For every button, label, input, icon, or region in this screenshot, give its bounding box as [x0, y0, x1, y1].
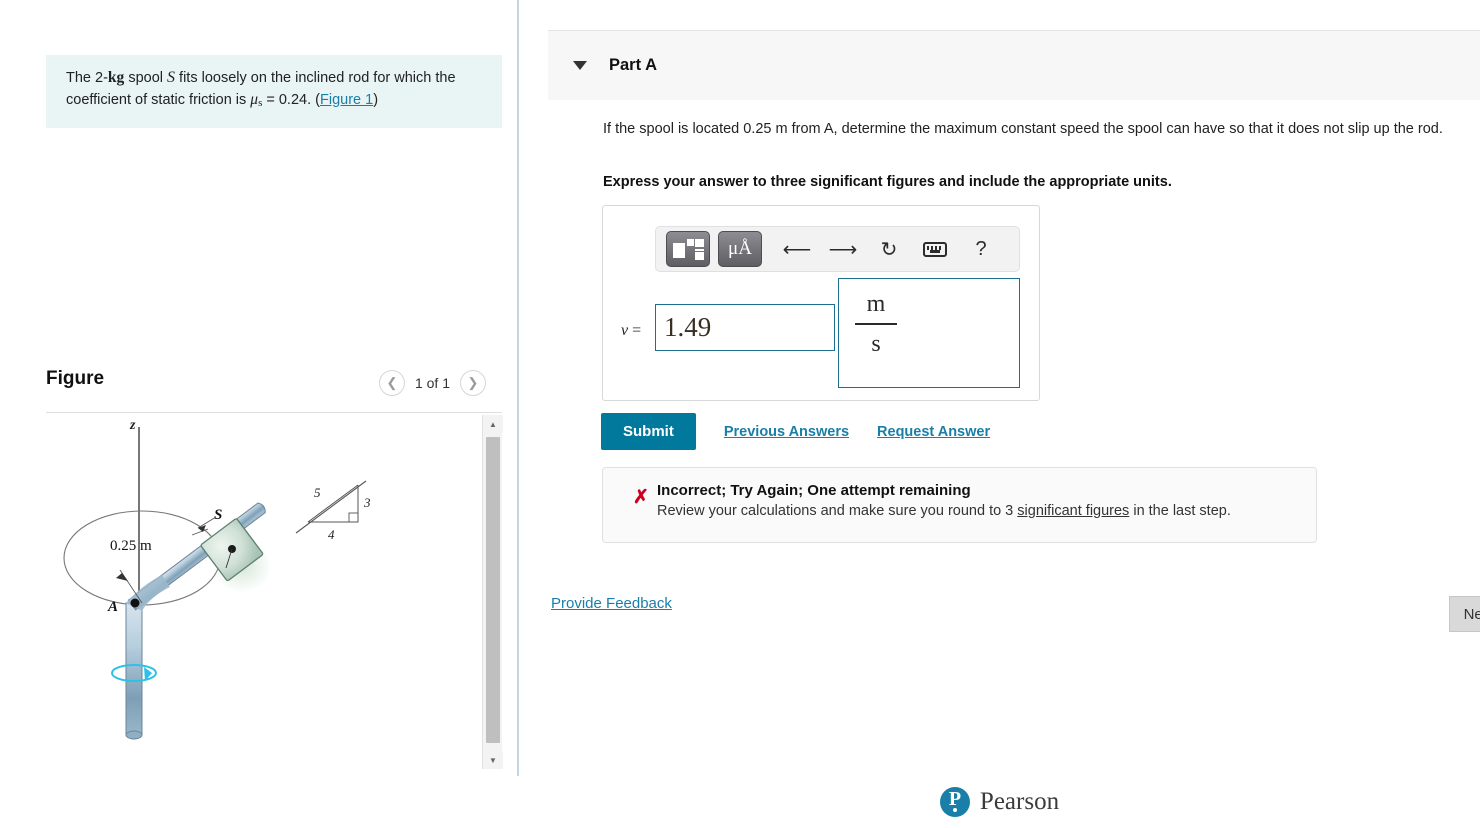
feedback-title: Incorrect; Try Again; One attempt remain… — [657, 482, 971, 499]
figure-diagram: z 5 3 4 S 0.25 m A — [46, 415, 478, 769]
feedback-body: Review your calculations and make sure y… — [657, 503, 1300, 519]
figure-1-link[interactable]: Figure 1 — [320, 92, 373, 108]
svg-text:0.25 m: 0.25 m — [110, 538, 152, 554]
scrollbar-thumb[interactable] — [486, 437, 500, 743]
redo-button[interactable]: ⟶ — [820, 231, 866, 267]
svg-text:4: 4 — [328, 527, 335, 542]
unit-numerator: m — [866, 291, 886, 317]
answer-row: v = 1.49 m s — [603, 278, 1041, 394]
figure-next-button[interactable]: ❯ — [460, 370, 486, 396]
reset-button[interactable]: ↻ — [866, 231, 912, 267]
feedback-box: ✗ Incorrect; Try Again; One attempt rema… — [602, 467, 1317, 543]
error-x-icon: ✗ — [633, 487, 649, 508]
left-panel: The 2-kg spool S fits loosely on the inc… — [0, 0, 517, 828]
mu-value: = 0.24. ( — [262, 92, 320, 108]
mu-angstrom-icon: μÅ — [728, 238, 752, 259]
answer-units-input[interactable]: m s — [838, 278, 1020, 388]
chevron-left-icon: ❮ — [386, 375, 398, 390]
keyboard-icon — [923, 241, 947, 257]
svg-text:5: 5 — [314, 485, 321, 500]
figure-title: Figure — [46, 368, 105, 389]
keyboard-button[interactable] — [912, 231, 958, 267]
reset-circular-arrow-icon: ↻ — [880, 238, 898, 261]
figure-prev-button[interactable]: ❮ — [378, 370, 405, 396]
answer-variable-label: v = — [621, 322, 641, 340]
question-mark-icon: ? — [975, 237, 987, 260]
request-answer-link[interactable]: Request Answer — [877, 424, 990, 440]
problem-text-mid1: spool — [124, 70, 168, 86]
significant-figures-link[interactable]: significant figures — [1017, 503, 1129, 519]
problem-mass-unit: kg — [107, 69, 125, 86]
problem-body-symbol: S — [167, 69, 176, 86]
right-panel: Part A If the spool is located 0.25 m fr… — [519, 0, 1480, 828]
feedback-body-post: in the last step. — [1129, 503, 1231, 519]
answer-entry-widget: μÅ ⟵ ⟶ ↻ ? v = 1.49 m s — [602, 205, 1040, 401]
unit-denominator: s — [871, 330, 881, 357]
figure-viewport: z 5 3 4 S 0.25 m A ▲ ▼ — [46, 412, 503, 770]
pearson-logo-icon: P — [939, 786, 970, 817]
undo-arrow-icon: ⟵ — [782, 238, 812, 261]
scroll-up-icon[interactable]: ▲ — [483, 415, 503, 433]
scroll-down-icon[interactable]: ▼ — [483, 751, 503, 769]
fraction-bar — [855, 323, 897, 325]
submit-button[interactable]: Submit — [601, 413, 696, 450]
previous-answers-link[interactable]: Previous Answers — [724, 424, 849, 440]
instruction-text: Express your answer to three significant… — [603, 174, 1172, 190]
answer-value-input[interactable]: 1.49 — [655, 304, 835, 351]
undo-button[interactable]: ⟵ — [774, 231, 820, 267]
svg-text:3: 3 — [363, 495, 371, 510]
action-row: Submit Previous Answers Request Answer — [601, 413, 990, 450]
mu-symbol: μ — [250, 91, 259, 108]
next-button[interactable]: Next — [1449, 596, 1480, 632]
math-toolbar: μÅ ⟵ ⟶ ↻ ? — [655, 226, 1020, 272]
question-text: If the spool is located 0.25 m from A, d… — [603, 121, 1443, 137]
footer: P Pearson — [519, 775, 1480, 828]
pearson-logo-letter: P — [948, 788, 962, 810]
provide-feedback-link[interactable]: Provide Feedback — [551, 595, 672, 612]
caret-down-icon[interactable] — [573, 61, 587, 70]
units-symbols-button[interactable]: μÅ — [718, 231, 762, 267]
svg-text:A: A — [107, 599, 118, 615]
help-button[interactable]: ? — [958, 231, 1004, 267]
figure-header: Figure ❮ 1 of 1 ❯ — [46, 368, 502, 412]
chevron-right-icon: ❯ — [467, 375, 479, 390]
problem-text-close: ) — [373, 92, 379, 108]
math-template-button[interactable] — [666, 231, 710, 267]
answer-value-text: 1.49 — [664, 312, 712, 342]
part-a-header[interactable]: Part A — [548, 30, 1480, 100]
figure-navigation: ❮ 1 of 1 ❯ — [378, 370, 486, 396]
unit-fraction: m s — [855, 290, 897, 358]
figure-scrollbar[interactable]: ▲ ▼ — [482, 415, 503, 769]
equals-sign: = — [632, 322, 642, 339]
problem-text-pre: The 2- — [66, 70, 108, 86]
mastering-physics-page: The 2-kg spool S fits loosely on the inc… — [0, 0, 1480, 828]
feedback-body-pre: Review your calculations and make sure y… — [657, 503, 1018, 519]
svg-text:z: z — [129, 418, 136, 433]
problem-statement: The 2-kg spool S fits loosely on the inc… — [46, 55, 502, 128]
math-template-icon — [673, 238, 704, 260]
svg-text:S: S — [214, 507, 222, 523]
pearson-brand-text: Pearson — [979, 787, 1060, 815]
part-a-label: Part A — [609, 56, 657, 74]
variable-v: v — [621, 322, 629, 339]
figure-counter: 1 of 1 — [414, 375, 450, 391]
redo-arrow-icon: ⟶ — [828, 238, 858, 261]
